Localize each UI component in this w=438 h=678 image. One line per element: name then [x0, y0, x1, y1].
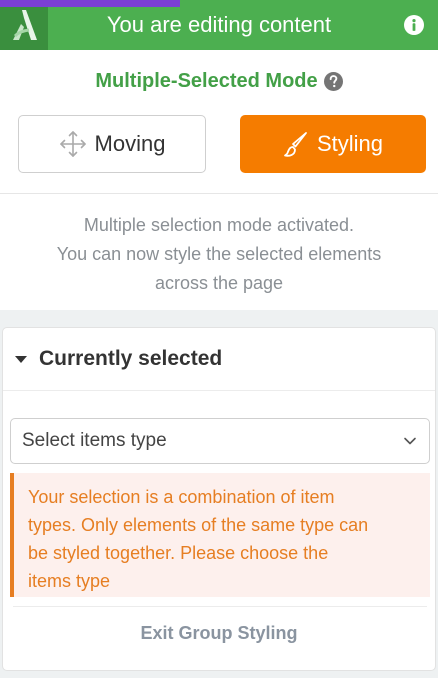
chevron-down-icon: [404, 437, 416, 445]
warning-line: items type: [28, 571, 111, 591]
panel-title: Currently selected: [39, 347, 223, 370]
currently-selected-panel: Currently selected Select items type You…: [2, 327, 436, 671]
mode-title: Multiple-Selected Mode: [95, 69, 318, 92]
panel-header-toggle[interactable]: Currently selected: [3, 328, 435, 390]
brand-logo[interactable]: [0, 0, 48, 50]
exit-group-styling-button[interactable]: Exit Group Styling: [3, 623, 435, 644]
info-icon[interactable]: [404, 15, 424, 35]
moving-label: Moving: [94, 131, 166, 156]
warning-line: be styled together. Please choose the: [28, 543, 329, 563]
moving-button[interactable]: Moving: [18, 115, 206, 173]
styling-button[interactable]: Styling: [240, 115, 426, 173]
editing-banner-title: You are editing content: [106, 12, 332, 37]
info-line: You can now style the selected elements: [56, 244, 382, 264]
selection-info-text: Multiple selection mode activated. You c…: [20, 211, 418, 298]
select-value: Select items type: [22, 430, 167, 451]
styling-label: Styling: [316, 131, 384, 156]
section-divider: [0, 193, 438, 194]
paintbrush-icon: [284, 132, 307, 157]
brand-a-logo-icon: [13, 10, 37, 40]
panel-divider-bottom: [13, 606, 427, 607]
question-circle-icon[interactable]: [323, 71, 343, 91]
editor-top-bar: You are editing content: [0, 0, 438, 50]
move-arrows-icon: [59, 131, 86, 157]
info-line: across the page: [154, 273, 284, 293]
warning-line: types. Only elements of the same type ca…: [28, 515, 369, 535]
warning-line: Your selection is a combination of item: [28, 487, 335, 507]
items-type-select[interactable]: Select items type: [10, 418, 430, 464]
caret-down-icon: [15, 355, 27, 363]
selection-warning: Your selection is a combination of item …: [10, 473, 430, 597]
panel-divider: [3, 390, 435, 391]
info-line: Multiple selection mode activated.: [83, 215, 355, 235]
mode-title-row: Multiple-Selected Mode: [0, 66, 438, 96]
